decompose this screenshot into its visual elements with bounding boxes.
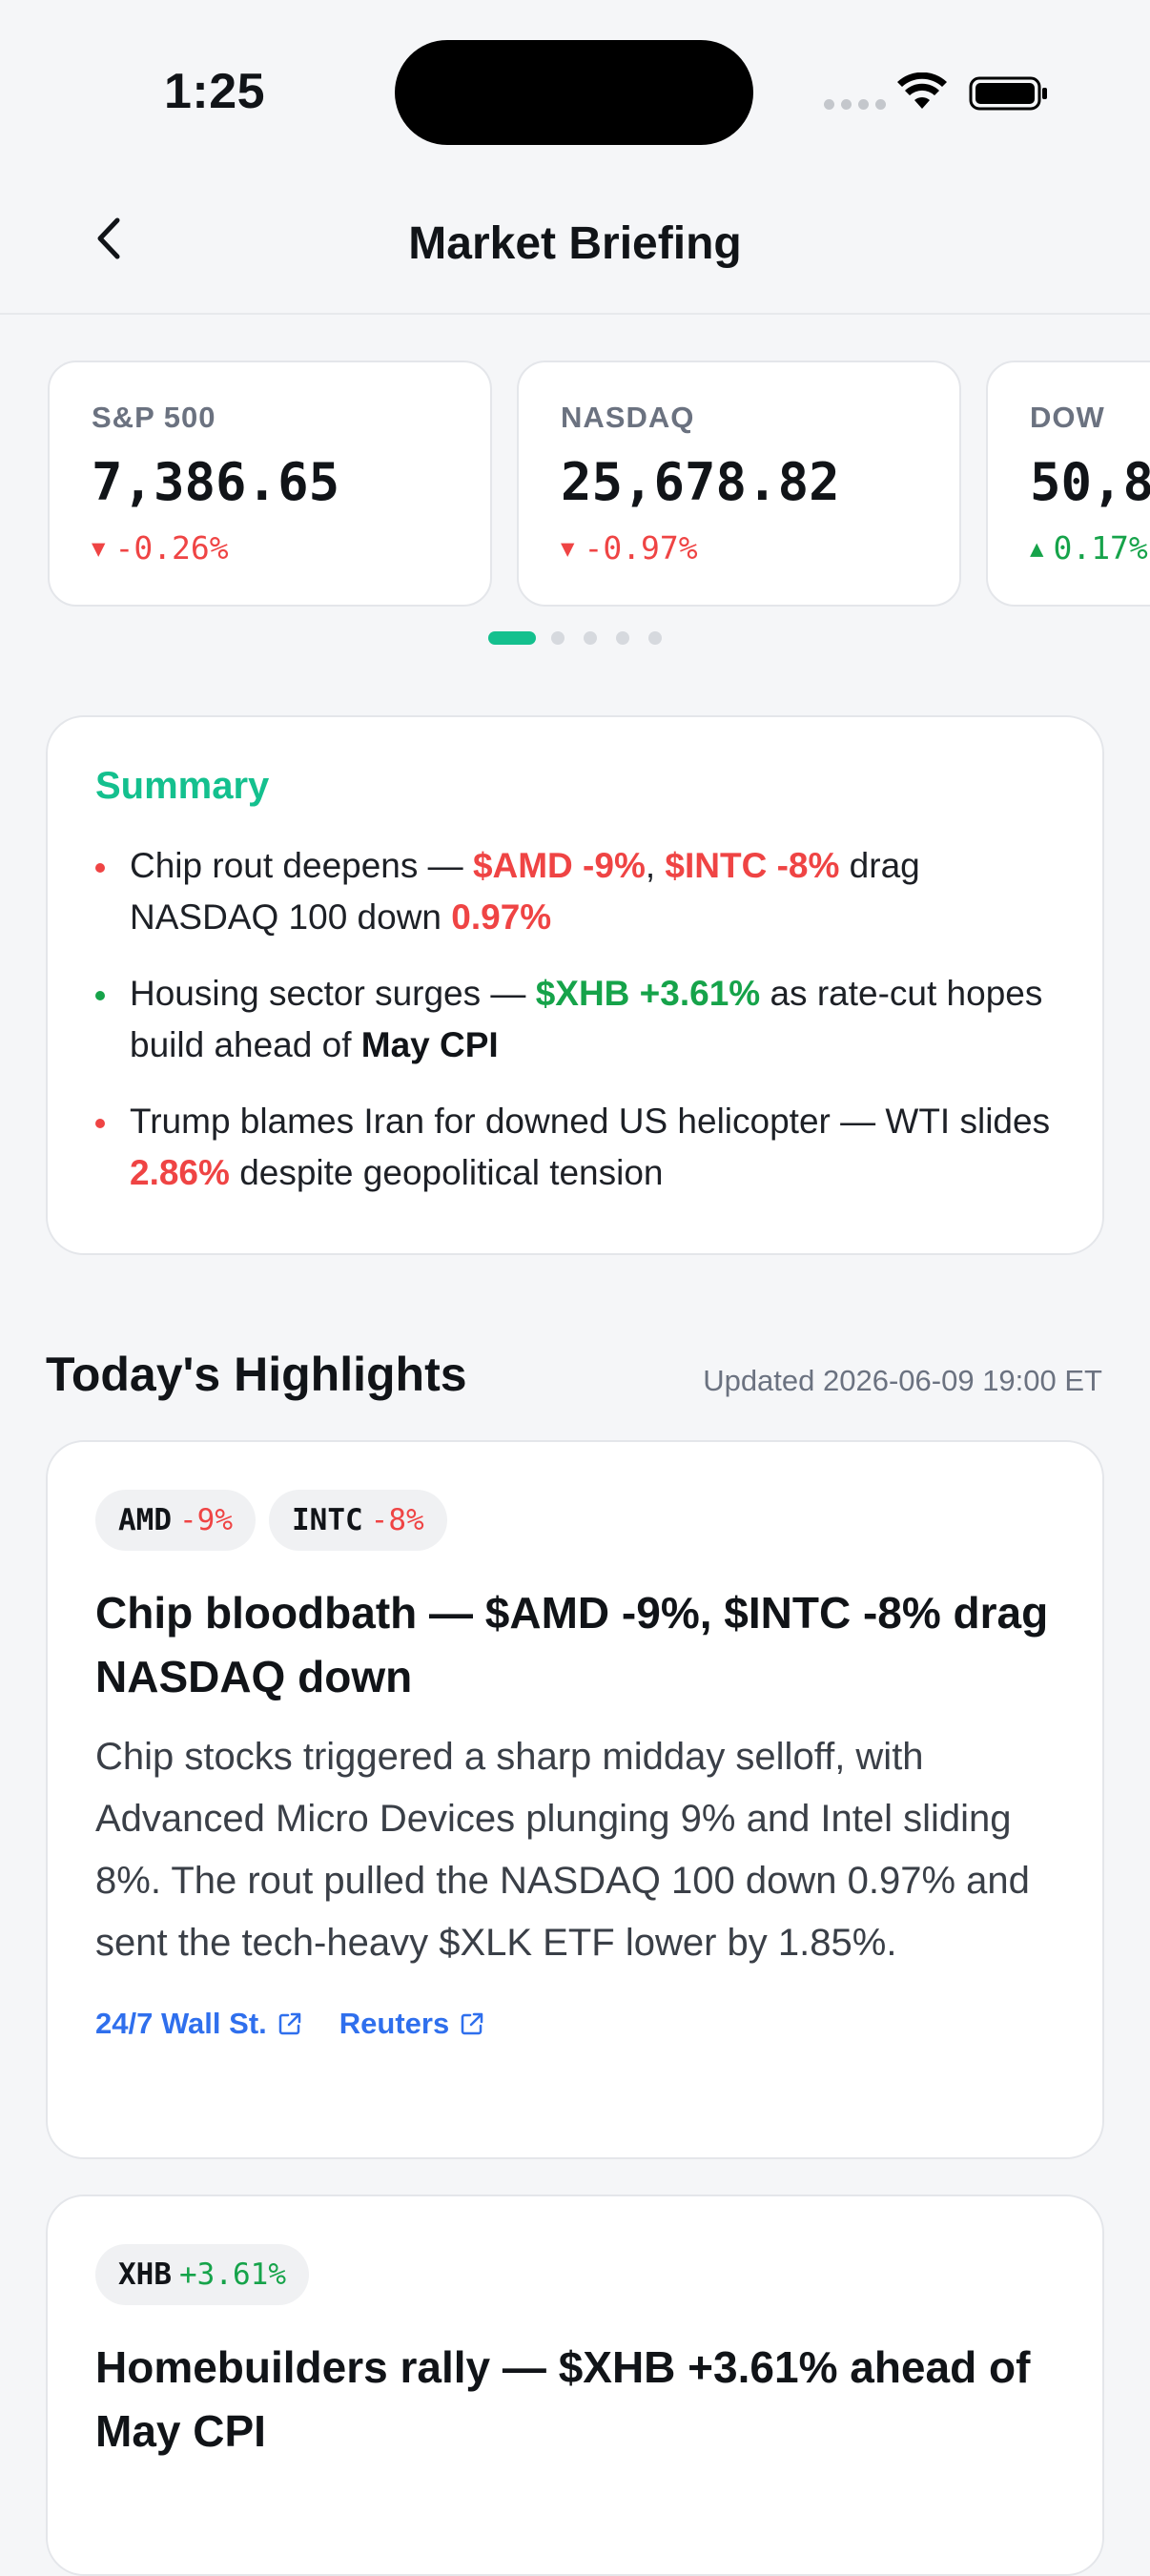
pager-dot[interactable] (551, 631, 565, 645)
nav-bar: Market Briefing (0, 181, 1150, 315)
highlights-title: Today's Highlights (46, 1348, 467, 1401)
triangle-up-icon: ▲ (1030, 535, 1044, 562)
ticker-change: ▼ -0.97% (561, 529, 698, 567)
ticker-value: 7,386.65 (92, 452, 340, 512)
battery-icon (969, 76, 1047, 111)
summary-title: Summary (95, 765, 270, 807)
ticker-value: 50,8 (1030, 452, 1150, 512)
summary-item: Chip rout deepens — $AMD -9%, $INTC -8% … (95, 840, 1057, 943)
ticker-tag[interactable]: INTC -8% (269, 1490, 447, 1551)
news-card[interactable]: XHB +3.61% Homebuilders rally — $XHB +3.6… (46, 2195, 1104, 2576)
bullet-dot-icon (95, 1119, 105, 1128)
news-title: Chip bloodbath — $AMD -9%, $INTC -8% dra… (95, 1588, 1049, 1701)
ticker-card-nasdaq[interactable]: NASDAQ 25,678.82 ▼ -0.97% (517, 361, 961, 607)
triangle-down-icon: ▼ (92, 535, 106, 562)
bullet-dot-icon (95, 991, 105, 1000)
ticker-name: S&P 500 (92, 401, 216, 434)
status-bar: 1:25 (0, 0, 1150, 181)
pager-dot[interactable] (616, 631, 629, 645)
triangle-down-icon: ▼ (561, 535, 575, 562)
ticker-tags: XHB +3.61% (95, 2244, 1055, 2305)
ticker-tag[interactable]: AMD -9% (95, 1490, 256, 1551)
ticker-card-dow[interactable]: DOW 50,8 ▲ 0.17% (986, 361, 1150, 607)
external-link-icon (461, 2012, 483, 2035)
carousel-pager (0, 629, 1150, 647)
ticker-change: ▲ 0.17% (1030, 529, 1148, 567)
pager-dot[interactable] (648, 631, 662, 645)
summary-list: Chip rout deepens — $AMD -9%, $INTC -8% … (95, 840, 1057, 1199)
cellular-signal-icon (824, 99, 886, 110)
summary-item: Housing sector surges — $XHB +3.61% as r… (95, 968, 1057, 1071)
news-card[interactable]: AMD -9% INTC -8% Chip bloodbath — $AMD -9%… (46, 1440, 1104, 2159)
news-body: Chip stocks triggered a sharp midday sel… (95, 1736, 1030, 1964)
ticker-tag[interactable]: XHB +3.61% (95, 2244, 309, 2305)
page-title: Market Briefing (408, 218, 742, 269)
bullet-dot-icon (95, 863, 105, 873)
ticker-name: NASDAQ (561, 401, 695, 434)
dynamic-island (395, 40, 753, 145)
wifi-icon (897, 72, 947, 109)
summary-item: Trump blames Iran for downed US helicopt… (95, 1096, 1057, 1199)
ticker-change: ▼ -0.26% (92, 529, 229, 567)
pager-dot[interactable] (584, 631, 597, 645)
pager-dot-active[interactable] (488, 631, 536, 645)
source-link[interactable]: Reuters (339, 2007, 485, 2041)
ticker-value: 25,678.82 (561, 452, 840, 512)
ticker-carousel[interactable]: S&P 500 7,386.65 ▼ -0.26% NASDAQ 25,678.8… (46, 361, 1150, 608)
updated-timestamp: Updated 2026-06-09 19:00 ET (703, 1364, 1102, 1397)
external-link-icon (278, 2012, 300, 2035)
news-title: Homebuilders rally — $XHB +3.61% ahead o… (95, 2342, 1031, 2456)
summary-card: Summary Chip rout deepens — $AMD -9%, $I… (46, 715, 1104, 1255)
ticker-tags: AMD -9% INTC -8% (95, 1490, 1055, 1551)
ticker-card-sp500[interactable]: S&P 500 7,386.65 ▼ -0.26% (48, 361, 492, 607)
status-time: 1:25 (164, 64, 266, 119)
news-sources: 24/7 Wall St. Reuters (95, 2007, 1055, 2041)
ticker-name: DOW (1030, 401, 1105, 434)
source-link[interactable]: 24/7 Wall St. (95, 2007, 303, 2041)
